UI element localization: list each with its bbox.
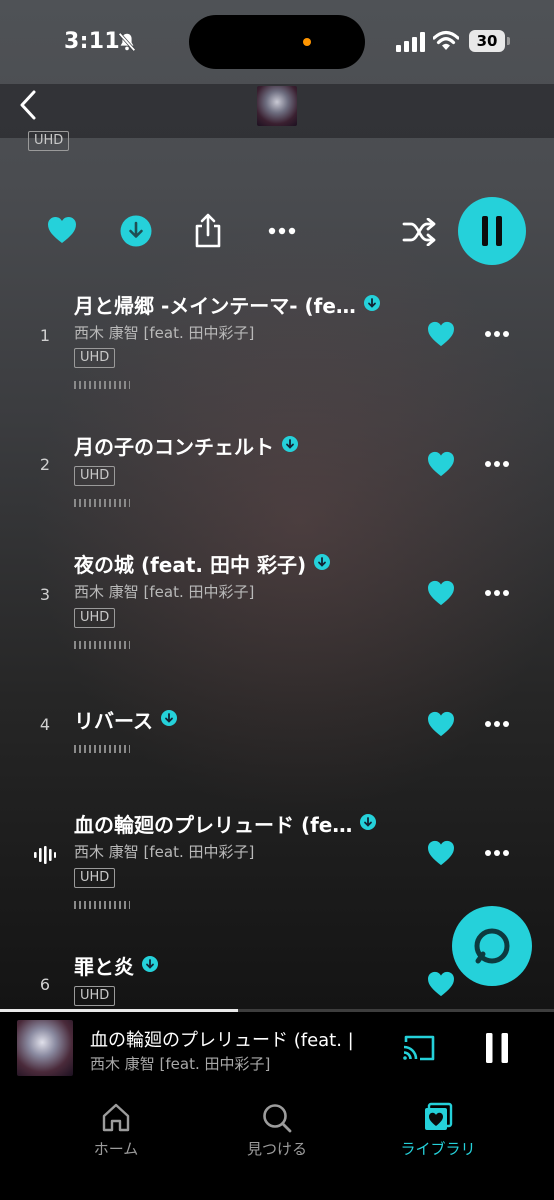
status-time: 3:11 bbox=[64, 29, 120, 54]
now-playing-equalizer-icon bbox=[34, 846, 56, 864]
more-icon[interactable] bbox=[484, 720, 510, 728]
heart-icon[interactable] bbox=[47, 216, 77, 244]
more-icon[interactable] bbox=[484, 849, 510, 857]
heart-icon[interactable] bbox=[427, 840, 455, 866]
track-number: 3 bbox=[39, 585, 51, 604]
audio-quality-indicator bbox=[74, 499, 130, 507]
track-artist: 西木 康智 [feat. 田中彩子] bbox=[74, 324, 255, 342]
mini-player-artist: 西木 康智 [feat. 田中彩子] bbox=[90, 1055, 271, 1073]
track-title: 月の子のコンチェルト bbox=[74, 431, 298, 460]
more-icon[interactable] bbox=[484, 589, 510, 597]
pause-button[interactable] bbox=[458, 197, 526, 265]
tab-home[interactable]: ホーム bbox=[46, 1094, 186, 1174]
more-icon[interactable] bbox=[268, 227, 296, 235]
audio-quality-indicator bbox=[74, 381, 130, 389]
search-icon bbox=[263, 1104, 292, 1133]
audio-quality-indicator bbox=[74, 745, 130, 753]
uhd-badge: UHD bbox=[74, 868, 116, 888]
track-title: 夜の城 (feat. 田中 彩子) bbox=[74, 549, 331, 578]
home-icon bbox=[102, 1103, 130, 1132]
downloaded-icon bbox=[142, 956, 158, 972]
mini-player-album-art bbox=[17, 1020, 73, 1076]
shuffle-icon[interactable] bbox=[402, 218, 436, 246]
dynamic-island bbox=[189, 15, 365, 69]
privacy-indicator bbox=[303, 38, 311, 46]
share-icon[interactable] bbox=[193, 212, 223, 248]
uhd-badge: UHD bbox=[28, 131, 70, 151]
track-number: 6 bbox=[39, 975, 51, 994]
mini-player-title: 血の輪廻のプレリュード (feat. | bbox=[90, 1030, 354, 1051]
downloaded-icon bbox=[360, 814, 377, 830]
heart-icon[interactable] bbox=[427, 321, 455, 347]
pause-icon bbox=[482, 216, 488, 246]
mini-player-pause-icon[interactable] bbox=[484, 1032, 510, 1064]
audio-quality-indicator bbox=[74, 641, 130, 649]
more-icon[interactable] bbox=[484, 330, 510, 338]
heart-icon[interactable] bbox=[427, 971, 455, 997]
uhd-badge: UHD bbox=[74, 608, 116, 628]
status-bar: 3:11 30 bbox=[0, 0, 554, 84]
alexa-icon bbox=[474, 928, 510, 964]
bell-muted-icon bbox=[118, 32, 136, 52]
track-title: 月と帰郷 -メインテーマ- (fe… bbox=[74, 290, 380, 319]
tab-find[interactable]: 見つける bbox=[207, 1094, 347, 1174]
download-icon[interactable] bbox=[120, 215, 152, 247]
battery-level: 30 bbox=[476, 32, 498, 50]
uhd-badge: UHD bbox=[74, 466, 116, 486]
downloaded-icon bbox=[363, 295, 380, 311]
track-number: 2 bbox=[39, 455, 51, 474]
tab-bar: ホーム 見つける ライブラリ bbox=[0, 1094, 554, 1200]
track-title: 血の輪廻のプレリュード (fe… bbox=[74, 809, 377, 838]
tab-label: ホーム bbox=[93, 1140, 139, 1158]
mini-player[interactable]: 血の輪廻のプレリュード (feat. | 西木 康智 [feat. 田中彩子] bbox=[0, 1012, 554, 1094]
downloaded-icon bbox=[314, 554, 331, 570]
back-chevron-icon[interactable] bbox=[16, 88, 40, 122]
wifi-icon bbox=[433, 30, 459, 50]
heart-icon[interactable] bbox=[427, 451, 455, 477]
album-art-thumbnail bbox=[257, 86, 297, 126]
uhd-badge: UHD bbox=[74, 348, 116, 368]
track-title: 罪と炎 bbox=[74, 951, 158, 980]
tab-library[interactable]: ライブラリ bbox=[368, 1094, 508, 1174]
downloaded-icon bbox=[161, 710, 177, 726]
track-number: 4 bbox=[39, 715, 51, 734]
downloaded-icon bbox=[282, 436, 298, 452]
cast-icon[interactable] bbox=[402, 1034, 436, 1062]
tab-label: 見つける bbox=[246, 1140, 307, 1158]
uhd-badge: UHD bbox=[74, 986, 116, 1006]
tab-label: ライブラリ bbox=[400, 1140, 476, 1158]
heart-icon[interactable] bbox=[427, 711, 455, 737]
battery-indicator: 30 bbox=[469, 30, 511, 52]
album-screen: 3:11 30 UHD 1 月と帰郷 -メインテーマ- (fe… 西木 康智 [… bbox=[0, 0, 554, 1200]
audio-quality-indicator bbox=[74, 901, 130, 909]
track-artist: 西木 康智 [feat. 田中彩子] bbox=[74, 583, 255, 601]
track-title: リバース bbox=[74, 705, 177, 734]
signal-icon bbox=[396, 32, 425, 52]
track-artist: 西木 康智 [feat. 田中彩子] bbox=[74, 843, 255, 861]
alexa-button[interactable] bbox=[452, 906, 532, 986]
more-icon[interactable] bbox=[484, 460, 510, 468]
library-icon bbox=[425, 1102, 453, 1130]
heart-icon[interactable] bbox=[427, 580, 455, 606]
track-number: 1 bbox=[39, 326, 51, 345]
